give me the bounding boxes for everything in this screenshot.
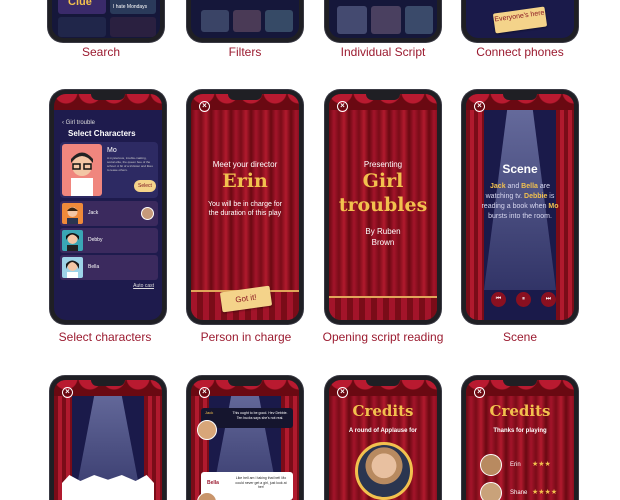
jack-avatar (62, 203, 83, 224)
caption-filters: Filters (228, 45, 262, 59)
director-description: You will be in charge for the duration o… (207, 201, 283, 217)
featured-character-desc: A mysterious, trouble-making, social eli… (107, 156, 153, 172)
phone-filters (187, 0, 303, 42)
caption-person-in-charge: Person in charge (200, 330, 292, 344)
phone-notch (503, 94, 537, 100)
phone-notch (366, 94, 400, 100)
back-arrow-icon: ‹ (62, 120, 64, 126)
director-avatar (141, 207, 154, 220)
select-characters-title: Select Characters (68, 129, 136, 138)
applause-player-photo (355, 442, 413, 500)
close-icon[interactable]: × (62, 387, 73, 398)
phone-select-characters: ‹ Girl trouble Select Characters Mo A my… (50, 90, 166, 324)
phone-credits-applause: × Credits A round of Applause for (325, 376, 441, 500)
featured-character-name: Mo (107, 147, 117, 154)
phone-credits-thanks: × Credits Thanks for playing Erin ★★★ Sh… (462, 376, 578, 500)
phone-notch (91, 94, 125, 100)
phone-dialogue: × Jack This ought to be good. Hev Debbie… (187, 376, 303, 500)
rating-stars: ★★★ (532, 461, 551, 468)
play-title-line2: troubles (338, 194, 428, 216)
character-list-item-jack[interactable]: Jack (60, 201, 158, 226)
jack-avatar (197, 420, 217, 440)
phone-individual-script (325, 0, 441, 42)
phone-notch (228, 94, 262, 100)
director-name: Erin (222, 170, 268, 192)
character-list-item-debby[interactable]: Debby (60, 228, 158, 253)
phone-notch (91, 380, 125, 386)
script-thumb[interactable] (405, 6, 433, 34)
close-icon[interactable]: × (199, 387, 210, 398)
filter-thumb[interactable] (233, 10, 261, 32)
phone-search: Clue I hate Mondays (48, 0, 164, 42)
caption-opening-script: Opening script reading (322, 330, 444, 344)
select-button[interactable]: Select (134, 180, 156, 192)
credits-subtitle: A round of Applause for (348, 428, 418, 434)
credits-title: Credits (489, 402, 551, 420)
search-tile-clue[interactable]: Clue (58, 0, 106, 14)
close-icon[interactable]: × (337, 101, 348, 112)
phone-opening-script: × Presenting Girl troubles By Ruben Brow… (325, 90, 441, 324)
close-icon[interactable]: × (199, 101, 210, 112)
phone-notch (366, 380, 400, 386)
everyones-here-ticket[interactable]: Everyone's here (492, 6, 548, 34)
bella-avatar (62, 257, 83, 278)
filter-thumb[interactable] (265, 10, 293, 32)
phone-spotlight: × (50, 376, 166, 500)
next-button[interactable]: ⏭ (541, 292, 556, 307)
search-tile[interactable] (110, 17, 156, 37)
caption-search: Search (81, 45, 121, 59)
previous-button[interactable]: ⏮ (491, 292, 506, 307)
player-avatar (480, 454, 502, 476)
rating-stars: ★★★★ (532, 489, 558, 496)
presenting-label: Presenting (363, 160, 403, 169)
character-list-item-bella[interactable]: Bella (60, 255, 158, 280)
featured-character-card[interactable]: Mo A mysterious, trouble-making, social … (60, 142, 158, 198)
caption-scene: Scene (502, 330, 538, 344)
pause-icon: ⏸ (521, 296, 525, 302)
filter-thumb[interactable] (201, 10, 229, 32)
phone-scene: × Scene Jack and Bella are watching tv. … (462, 90, 578, 324)
play-author: By Ruben Brown (365, 227, 401, 247)
app-screens-gallery: Clue I hate Mondays Search Filters Indiv… (0, 0, 620, 500)
phone-notch (228, 380, 262, 386)
debby-avatar (62, 230, 83, 251)
skip-forward-icon: ⏭ (545, 296, 552, 302)
player-row: Shane ★★★★ (480, 482, 566, 500)
script-thumb[interactable] (337, 6, 367, 34)
phone-connect: Everyone's here (462, 0, 578, 42)
caption-connect-phones: Connect phones (476, 45, 564, 59)
mo-avatar (62, 144, 102, 196)
skip-back-icon: ⏮ (495, 296, 502, 302)
phone-notch (503, 380, 537, 386)
stage-floor (329, 296, 437, 320)
credits-title: Credits (352, 402, 414, 420)
auto-cast-link[interactable]: Auto cast (133, 283, 154, 289)
playback-controls: ⏮ ⏸ ⏭ (466, 292, 574, 308)
caption-select-characters: Select characters (58, 330, 152, 344)
scene-description: Jack and Bella are watching tv. Debbie i… (481, 183, 559, 220)
scene-heading: Scene (502, 162, 538, 176)
back-row[interactable]: ‹ Girl trouble (62, 120, 95, 126)
close-icon[interactable]: × (474, 387, 485, 398)
caption-individual-script: Individual Script (340, 45, 426, 59)
player-row: Erin ★★★ (480, 454, 566, 476)
search-tile-mondays[interactable]: I hate Mondays (110, 0, 156, 14)
phone-person-in-charge: × Meet your director Erin You will be in… (187, 90, 303, 324)
close-icon[interactable]: × (337, 387, 348, 398)
director-intro-line: Meet your director (212, 160, 278, 169)
search-tile[interactable] (58, 17, 106, 37)
credits-subtitle: Thanks for playing (493, 428, 547, 434)
pause-button[interactable]: ⏸ (516, 292, 531, 307)
close-icon[interactable]: × (474, 101, 485, 112)
player-avatar (480, 482, 502, 500)
script-thumb[interactable] (371, 6, 401, 34)
play-title-line1: Girl (362, 170, 404, 192)
